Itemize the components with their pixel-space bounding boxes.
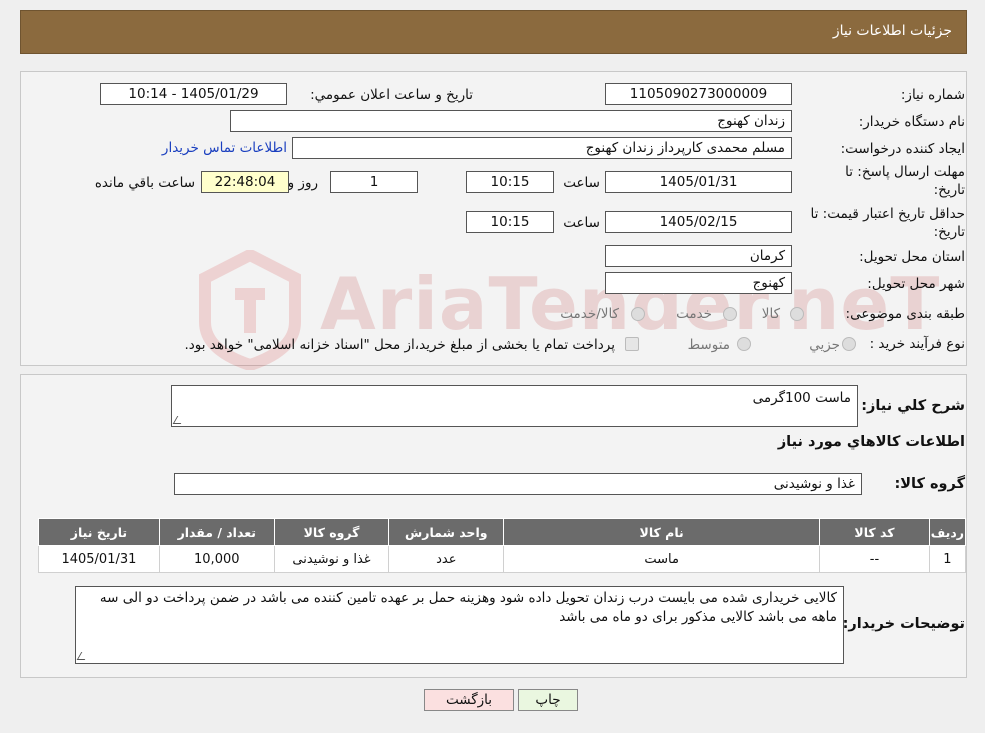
deadline-label: مهلت ارسال پاسخ: تا (845, 164, 965, 180)
col-code: کد کالا (819, 518, 930, 546)
validity-label: حداقل تاريخ اعتبار قيمت: تا (810, 206, 965, 222)
category-option-goods-service: کالا/خدمت (560, 306, 619, 322)
col-qty: تعداد / مقدار (158, 518, 275, 546)
buyer-org-field: زندان کهنوج (230, 110, 792, 132)
validity-label-date: تاريخ: (933, 224, 965, 240)
category-label: طبقه بندی موضوعی: (845, 306, 965, 322)
days-label: روز و (287, 175, 318, 191)
summary-field: ماست 100گرمی (171, 385, 858, 427)
print-button[interactable]: چاپ (518, 689, 578, 711)
buyer-notes-label: توضيحات خريدار: (842, 616, 965, 632)
buyer-org-label: نام دستگاه خريدار: (858, 114, 965, 130)
creator-label: ايجاد کننده درخواست: (840, 141, 965, 157)
cell-qty: 10,000 (158, 545, 275, 573)
remaining-label: ساعت باقي مانده (94, 175, 195, 191)
group-label: گروه کالا: (894, 476, 965, 492)
days-field: 1 (330, 171, 418, 193)
buyer-notes-field: کالایی خریداری شده می بایست درب زندان تح… (75, 586, 844, 664)
deadline-label-date: تاريخ: (933, 182, 965, 198)
category-radio-service[interactable] (723, 307, 737, 321)
back-button[interactable]: بازگشت (424, 689, 514, 711)
deadline-time-label: ساعت (563, 175, 600, 191)
process-radio-minor[interactable] (842, 337, 856, 351)
col-group: گروه کالا (273, 518, 390, 546)
province-field: کرمان (605, 245, 792, 267)
goods-info-title: اطلاعات کالاهاي مورد نياز (777, 434, 965, 450)
need-number-label: شماره نياز: (900, 87, 965, 103)
summary-label: شرح کلي نياز: (861, 398, 965, 414)
table-row: 1 -- ماست عدد غذا و نوشيدنی 10,000 1405/… (38, 545, 967, 573)
city-label: شهر محل تحويل: (867, 276, 965, 292)
table-header-row: رديف کد کالا نام کالا واحد شمارش گروه کا… (38, 518, 967, 546)
group-field: غذا و نوشيدنی (174, 473, 862, 495)
payment-note: پرداخت تمام يا بخشی از مبلغ خريد،از محل … (184, 337, 615, 353)
category-radio-goods[interactable] (790, 307, 804, 321)
col-row: رديف (928, 518, 967, 546)
cell-date: 1405/01/31 (38, 545, 160, 573)
deadline-time-field: 10:15 (466, 171, 554, 193)
col-unit: واحد شمارش (388, 518, 505, 546)
need-number-field: 1105090273000009 (605, 83, 792, 105)
validity-date-field: 1405/02/15 (605, 211, 792, 233)
process-label: نوع فرآيند خريد : (869, 336, 965, 352)
announce-label: تاريخ و ساعت اعلان عمومي: (310, 87, 473, 103)
announce-field: 1405/01/29 - 10:14 (100, 83, 287, 105)
city-field: کهنوج (605, 272, 792, 294)
col-name: نام کالا (503, 518, 821, 546)
cell-name: ماست (503, 545, 821, 573)
cell-row: 1 (928, 545, 967, 573)
treasury-checkbox[interactable] (625, 337, 639, 351)
process-radio-medium[interactable] (737, 337, 751, 351)
cell-group: غذا و نوشيدنی (273, 545, 390, 573)
category-option-service: خدمت (676, 306, 712, 322)
category-radio-goods-service[interactable] (631, 307, 645, 321)
creator-field: مسلم محمدی کارپرداز زندان کهنوج (292, 137, 792, 159)
cell-code: -- (819, 545, 930, 573)
buyer-contact-link[interactable]: اطلاعات تماس خريدار (162, 140, 287, 156)
validity-time-label: ساعت (563, 215, 600, 231)
items-table: رديف کد کالا نام کالا واحد شمارش گروه کا… (38, 518, 967, 573)
process-option-medium: متوسط (687, 337, 730, 353)
province-label: استان محل تحويل: (859, 249, 965, 265)
cell-unit: عدد (388, 545, 505, 573)
deadline-date-field: 1405/01/31 (605, 171, 792, 193)
col-date: تاريخ نياز (38, 518, 160, 546)
page-header: جزئيات اطلاعات نياز (20, 10, 967, 54)
process-option-minor: جزيي (809, 337, 840, 353)
validity-time-field: 10:15 (466, 211, 554, 233)
remaining-time-field: 22:48:04 (201, 171, 289, 193)
page-title: جزئيات اطلاعات نياز (832, 23, 952, 39)
category-option-goods: کالا (761, 306, 780, 322)
